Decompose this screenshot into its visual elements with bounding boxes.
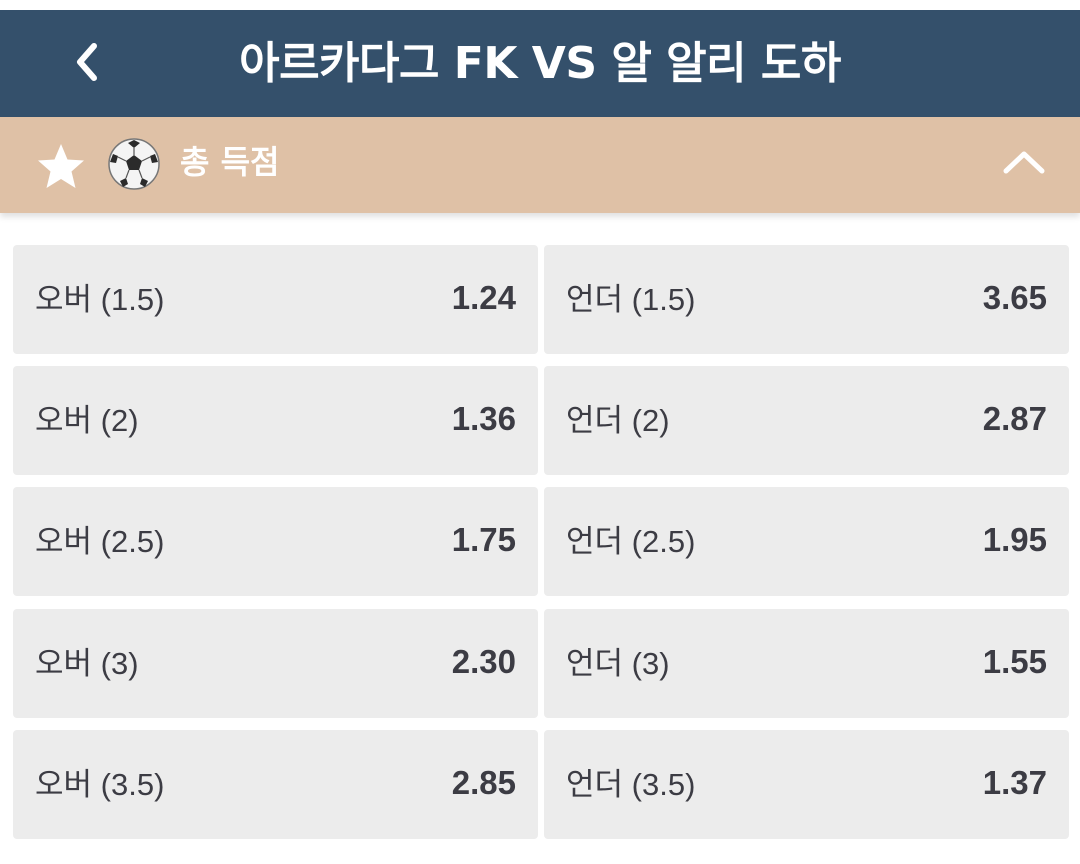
selection-label: 오버 (2) — [35, 403, 139, 438]
soccer-ball-icon — [106, 136, 162, 192]
odds-value: 1.36 — [451, 400, 516, 437]
over-odds-button[interactable]: 오버 (3.5) 2.85 — [13, 730, 538, 839]
selection-label: 오버 (3.5) — [35, 767, 165, 802]
under-odds-button[interactable]: 언더 (3.5) 1.37 — [544, 730, 1069, 839]
favorite-button[interactable] — [34, 141, 88, 191]
under-odds-button[interactable]: 언더 (3) 1.55 — [544, 609, 1069, 718]
odds-value: 2.87 — [982, 400, 1047, 437]
chevron-left-icon — [77, 43, 97, 81]
selection-label: 언더 (1.5) — [566, 282, 696, 317]
selection-label: 오버 (3) — [35, 646, 139, 681]
odds-value: 2.85 — [451, 764, 516, 801]
selection-label: 오버 (2.5) — [35, 524, 165, 559]
selection-label: 언더 (2) — [566, 403, 670, 438]
odds-value: 1.75 — [451, 521, 516, 558]
selection-label: 언더 (3.5) — [566, 767, 696, 802]
selection-label: 언더 (3) — [566, 646, 670, 681]
top-app-bar: 아르카다그 FK VS 알 알리 도하 — [0, 10, 1080, 117]
collapse-button[interactable] — [1002, 147, 1046, 177]
over-odds-button[interactable]: 오버 (3) 2.30 — [13, 609, 538, 718]
selection-label: 언더 (2.5) — [566, 524, 696, 559]
under-odds-button[interactable]: 언더 (2) 2.87 — [544, 366, 1069, 475]
odds-value: 3.65 — [982, 279, 1047, 316]
match-title: 아르카다그 FK VS 알 알리 도하 — [239, 38, 841, 89]
under-odds-button[interactable]: 언더 (1.5) 3.65 — [544, 245, 1069, 354]
chevron-up-icon — [1003, 151, 1045, 174]
over-odds-button[interactable]: 오버 (2) 1.36 — [13, 366, 538, 475]
market-title: 총 득점 — [180, 143, 280, 181]
over-odds-button[interactable]: 오버 (1.5) 1.24 — [13, 245, 538, 354]
market-section-header[interactable]: 총 득점 — [0, 117, 1080, 213]
odds-value: 1.55 — [982, 643, 1047, 680]
odds-value: 2.30 — [451, 643, 516, 680]
odds-value: 1.24 — [451, 279, 516, 316]
odds-value: 1.37 — [982, 764, 1047, 801]
selection-label: 오버 (1.5) — [35, 282, 165, 317]
back-button[interactable] — [58, 32, 118, 92]
odds-value: 1.95 — [982, 521, 1047, 558]
over-odds-button[interactable]: 오버 (2.5) 1.75 — [13, 487, 538, 596]
star-icon — [38, 144, 84, 188]
under-odds-button[interactable]: 언더 (2.5) 1.95 — [544, 487, 1069, 596]
